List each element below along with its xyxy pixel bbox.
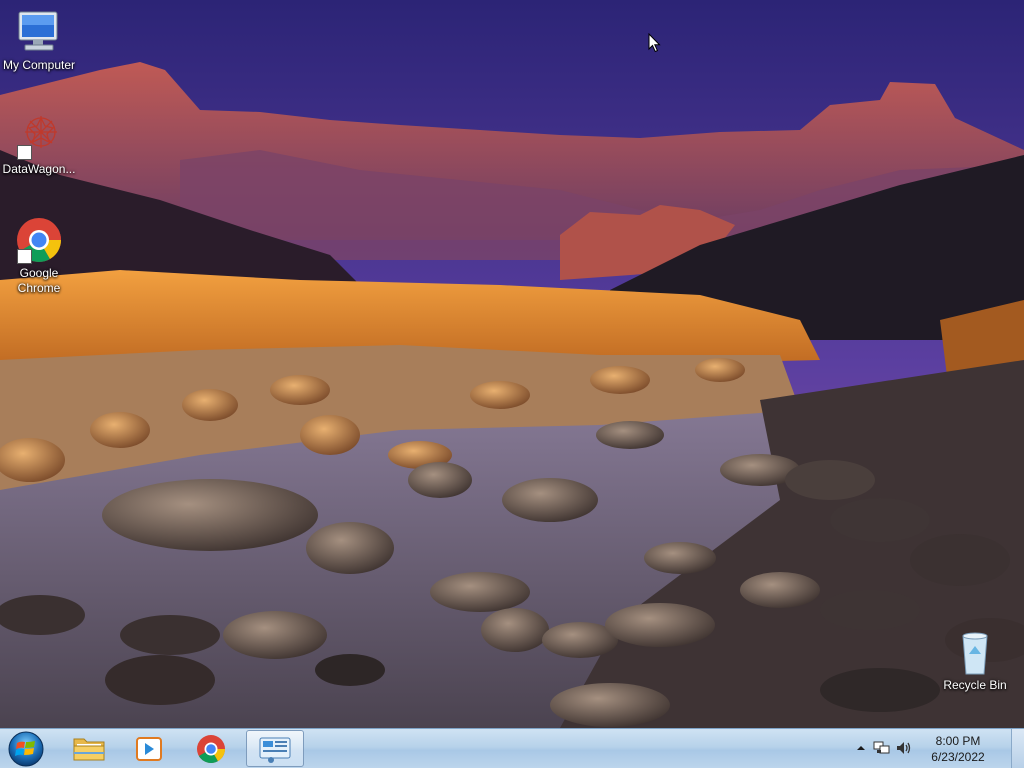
desktop-icon-datawagon[interactable]: DataWagon...: [0, 112, 78, 177]
media-player-icon: [136, 737, 162, 761]
desktop[interactable]: My Computer DataWagon... Google Chrome R…: [0, 0, 1024, 728]
shortcut-arrow-icon: [17, 249, 32, 264]
desktop-icon-google-chrome[interactable]: Google Chrome: [0, 216, 78, 296]
desktop-icon-recycle-bin[interactable]: Recycle Bin: [936, 628, 1014, 693]
computer-icon: [15, 8, 63, 56]
shortcut-arrow-icon: [17, 145, 32, 160]
taskbar-google-chrome[interactable]: [182, 730, 240, 767]
taskbar-windows-explorer[interactable]: [60, 730, 118, 767]
folder-icon: [73, 738, 105, 761]
notification-area: 8:00 PM 6/23/2022: [854, 729, 1024, 768]
desktop-icon-my-computer[interactable]: My Computer: [0, 8, 78, 73]
volume-icon[interactable]: [895, 740, 913, 756]
network-icon[interactable]: [873, 740, 891, 756]
desktop-icon-label: Recycle Bin: [943, 678, 1007, 692]
desktop-icon-label: My Computer: [2, 58, 76, 72]
start-button[interactable]: [4, 730, 48, 767]
recycle-bin-icon: [951, 628, 999, 676]
desktop-icon-label: DataWagon...: [2, 162, 76, 176]
windows-start-icon: [8, 731, 44, 767]
desktop-icon-label: Google Chrome: [17, 266, 61, 295]
chevron-up-icon[interactable]: [856, 743, 866, 753]
taskbar: 8:00 PM 6/23/2022: [0, 728, 1024, 768]
mouse-cursor-icon: [648, 33, 661, 53]
clock-time: 8:00 PM: [935, 734, 981, 748]
chrome-icon: [15, 216, 63, 264]
clock-date: 6/23/2022: [931, 750, 985, 764]
control-panel-icon: [259, 737, 291, 763]
chrome-icon: [197, 735, 225, 763]
system-clock[interactable]: 8:00 PM 6/23/2022: [916, 733, 1000, 765]
datawagon-icon: [15, 112, 63, 160]
taskbar-control-panel[interactable]: [246, 730, 304, 767]
desktop-wallpaper: [0, 0, 1024, 728]
show-desktop-button[interactable]: [1011, 729, 1024, 768]
taskbar-media-player[interactable]: [120, 730, 178, 767]
